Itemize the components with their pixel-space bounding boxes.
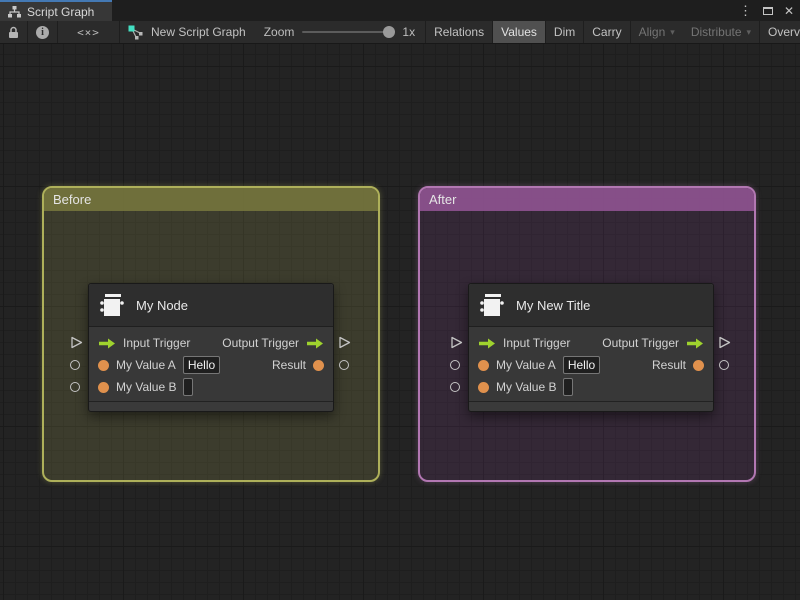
align-dropdown[interactable]: Align ▾ — [631, 21, 683, 43]
value-port-icon[interactable] — [313, 359, 324, 371]
close-icon[interactable]: ✕ — [784, 5, 794, 17]
ext-result-port[interactable] — [719, 360, 729, 370]
zoom-value: 1x — [402, 25, 416, 39]
code-icon: <×> — [77, 25, 100, 39]
title-bar: Script Graph ⋮ ✕ — [0, 0, 800, 21]
chevron-down-icon: ▾ — [670, 26, 675, 37]
zoom-control: Zoom 1x — [254, 21, 425, 43]
node-my-node[interactable]: My Node Input Trigger Output Trigger My … — [88, 283, 334, 412]
node-header[interactable]: My New Title — [469, 284, 713, 327]
trigger-out-icon[interactable] — [686, 337, 704, 350]
port-row-value-a: My Value A Hello Result — [89, 354, 333, 376]
ext-value-a-port[interactable] — [70, 360, 80, 370]
overview-button[interactable]: Overview — [760, 21, 800, 43]
value-b-input[interactable] — [563, 378, 574, 396]
code-preview-button[interactable]: <×> — [58, 21, 120, 43]
node-footer — [89, 401, 333, 411]
node-footer — [469, 401, 713, 411]
graph-name-label: New Script Graph — [151, 25, 246, 39]
value-a-input[interactable]: Hello — [562, 356, 601, 374]
ext-result-port[interactable] — [339, 360, 349, 370]
values-toggle[interactable]: Values — [493, 21, 546, 43]
trigger-in-icon[interactable] — [478, 337, 496, 350]
ext-trigger-out-port[interactable] — [718, 336, 731, 349]
chevron-down-icon: ▾ — [746, 26, 752, 37]
ext-trigger-in-port[interactable] — [70, 336, 83, 349]
unit-node-icon — [100, 293, 124, 316]
graph-canvas[interactable]: Before After My Node Input Trigger Outpu… — [0, 44, 800, 600]
value-b-input[interactable] — [183, 378, 194, 396]
ext-trigger-out-port[interactable] — [338, 336, 351, 349]
lock-icon — [9, 26, 18, 38]
node-my-new-title[interactable]: My New Title Input Trigger Output Trigge… — [468, 283, 714, 412]
value-port-icon[interactable] — [478, 381, 489, 393]
window-controls: ⋮ ✕ — [739, 0, 794, 21]
info-icon: i — [36, 25, 49, 39]
port-row-trigger: Input Trigger Output Trigger — [89, 332, 333, 354]
trigger-out-icon[interactable] — [306, 337, 324, 350]
graph-tab-icon — [8, 5, 21, 17]
ext-value-b-port[interactable] — [450, 382, 460, 392]
tab-script-graph[interactable]: Script Graph — [0, 0, 112, 21]
node-body: Input Trigger Output Trigger My Value A … — [89, 327, 333, 398]
window-menu-icon[interactable]: ⋮ — [739, 4, 752, 17]
group-title: After — [429, 192, 457, 207]
zoom-label: Zoom — [263, 25, 295, 39]
port-row-value-b: My Value B — [89, 376, 333, 398]
distribute-dropdown[interactable]: Distribute ▾ — [683, 21, 761, 43]
lock-button[interactable] — [0, 21, 28, 43]
value-port-icon[interactable] — [98, 381, 109, 393]
script-graph-icon — [128, 25, 143, 39]
unity-script-graph-window: Script Graph ⋮ ✕ i <×> New Script Graph … — [0, 0, 800, 600]
node-title: My Node — [136, 297, 189, 313]
port-row-trigger: Input Trigger Output Trigger — [469, 332, 713, 354]
group-title: Before — [53, 192, 92, 207]
port-row-value-a: My Value A Hello Result — [469, 354, 713, 376]
zoom-slider[interactable] — [302, 26, 396, 38]
info-button[interactable]: i — [28, 21, 58, 43]
node-title: My New Title — [516, 297, 591, 313]
node-body: Input Trigger Output Trigger My Value A … — [469, 327, 713, 398]
ext-trigger-in-port[interactable] — [450, 336, 463, 349]
group-after-header[interactable]: After — [420, 188, 754, 211]
trigger-in-icon[interactable] — [98, 337, 116, 350]
value-port-icon[interactable] — [98, 359, 109, 371]
relations-toggle[interactable]: Relations — [425, 21, 494, 43]
dim-toggle[interactable]: Dim — [546, 21, 585, 43]
port-row-value-b: My Value B — [469, 376, 713, 398]
ext-value-b-port[interactable] — [70, 382, 80, 392]
graph-name-cell[interactable]: New Script Graph — [120, 21, 254, 43]
tab-title: Script Graph — [27, 4, 95, 19]
value-port-icon[interactable] — [693, 359, 704, 371]
ext-value-a-port[interactable] — [450, 360, 460, 370]
group-before-header[interactable]: Before — [44, 188, 378, 211]
node-header[interactable]: My Node — [89, 284, 333, 327]
unit-node-icon — [480, 293, 504, 316]
value-a-input[interactable]: Hello — [182, 356, 221, 374]
maximize-icon[interactable] — [762, 6, 773, 15]
value-port-icon[interactable] — [478, 359, 489, 371]
graph-toolbar: i <×> New Script Graph Zoom 1x Relations… — [0, 21, 800, 44]
zoom-slider-thumb[interactable] — [383, 26, 396, 38]
carry-toggle[interactable]: Carry — [584, 21, 631, 43]
